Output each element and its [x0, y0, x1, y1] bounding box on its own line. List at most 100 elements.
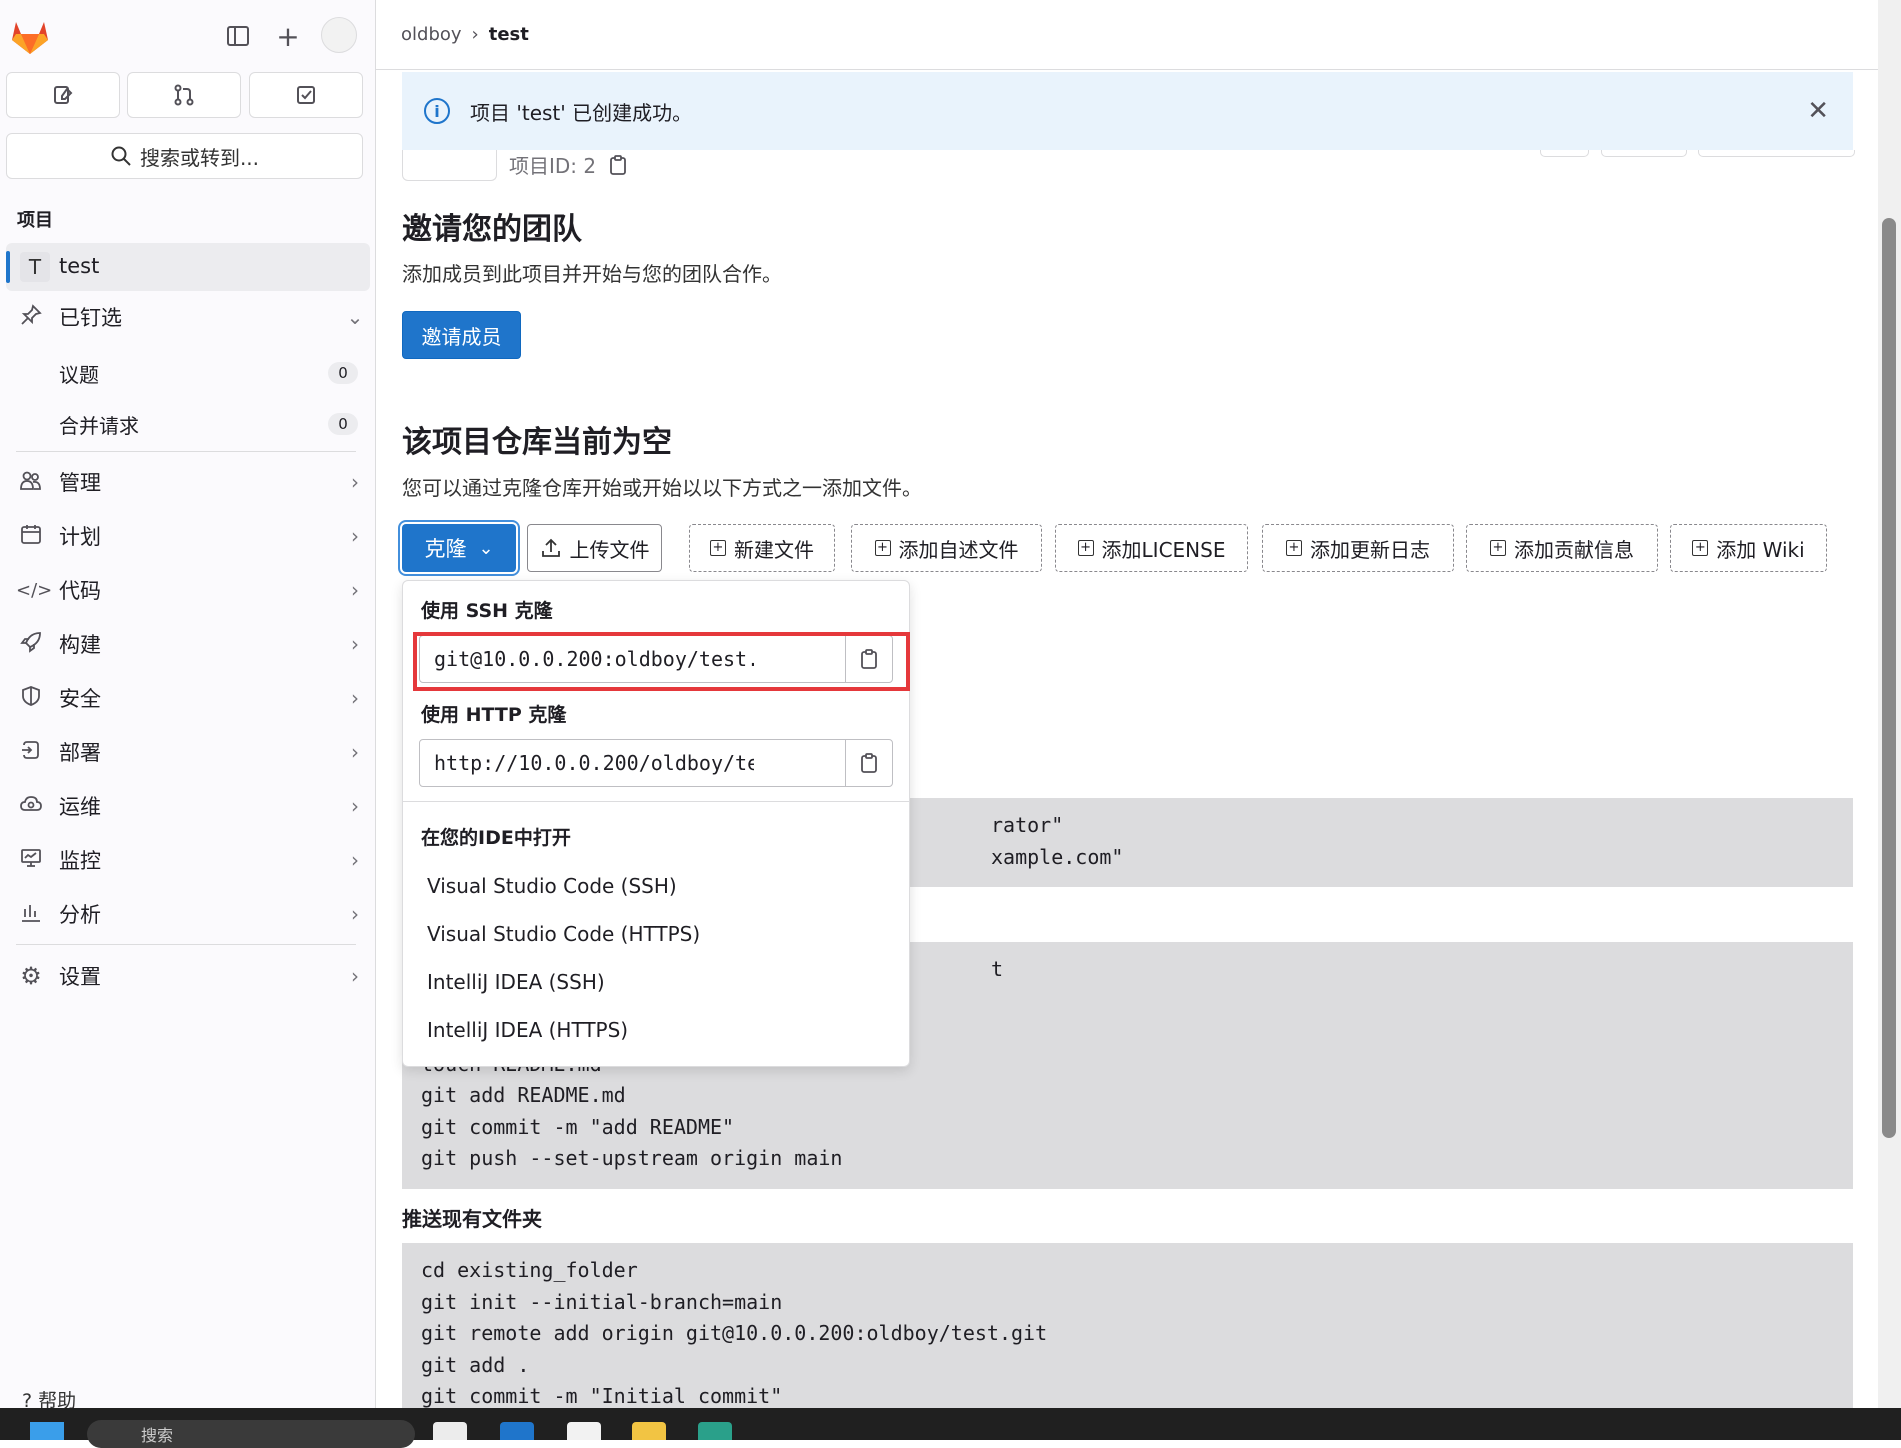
sidebar-item-label: 监控 [59, 849, 101, 873]
windows-start-icon[interactable] [30, 1422, 64, 1440]
sidebar-item-deploy[interactable]: 部署 › [6, 728, 370, 776]
avatar[interactable] [321, 17, 357, 53]
copy-http-button[interactable] [845, 740, 892, 786]
add-contributing-button[interactable]: + 添加贡献信息 [1466, 524, 1658, 572]
ide-item-intellij-https[interactable]: IntelliJ IDEA (HTTPS) [427, 1018, 628, 1042]
todo-icon [297, 86, 315, 104]
chevron-right-icon: › [351, 740, 359, 764]
chevron-down-icon: ⌄ [478, 537, 494, 559]
search-button[interactable]: 搜索或转到... [6, 133, 363, 179]
plus-icon[interactable]: + [270, 18, 306, 54]
taskbar: 搜索 [0, 1408, 1901, 1448]
scrollbar-thumb[interactable] [1882, 218, 1896, 1138]
issues-icon [54, 86, 73, 104]
todo-quick-button[interactable] [249, 72, 363, 118]
browser-icon[interactable] [698, 1422, 732, 1440]
chevron-right-icon: › [471, 24, 479, 45]
upload-file-button[interactable]: 上传文件 [527, 524, 662, 572]
sidebar-item-manage[interactable]: 管理 › [6, 458, 370, 506]
chevron-right-icon: › [351, 902, 359, 926]
top-bar: oldboy › test [376, 0, 1878, 70]
add-changelog-button[interactable]: + 添加更新日志 [1262, 524, 1454, 572]
empty-repo-title: 该项目仓库当前为空 [402, 425, 672, 460]
gear-icon: ⚙ [20, 962, 42, 990]
http-url-field[interactable]: http://10.0.0.200/oldboy/test.git [419, 739, 893, 787]
add-contributing-label: 添加贡献信息 [1514, 537, 1634, 562]
divider [16, 451, 356, 452]
divider [16, 944, 356, 945]
sidebar-item-label: 运维 [59, 795, 101, 819]
plus-square-icon: + [1490, 540, 1506, 556]
folder-icon[interactable] [632, 1422, 666, 1440]
breadcrumb-project[interactable]: test [489, 24, 529, 45]
sidebar-item-operate[interactable]: 运维 › [6, 782, 370, 830]
breadcrumb-group[interactable]: oldboy [401, 24, 462, 45]
section-label: 项目 [17, 210, 53, 231]
code-line: cd existing_folder [421, 1258, 638, 1282]
sidebar-item-label: 管理 [59, 471, 101, 495]
sidebar-item-build[interactable]: 构建 › [6, 620, 370, 668]
sidebar-item-analyze[interactable]: 分析 › [6, 890, 370, 938]
header-button[interactable] [1698, 150, 1855, 157]
close-icon[interactable]: ✕ [1807, 96, 1829, 126]
new-file-button[interactable]: + 新建文件 [689, 524, 835, 572]
sidebar-item-plan[interactable]: 计划 › [6, 512, 370, 560]
chevron-right-icon: › [351, 794, 359, 818]
header-button[interactable] [1540, 150, 1589, 157]
copy-icon [861, 753, 877, 773]
plus-square-icon: + [1286, 540, 1302, 556]
breadcrumb: oldboy › test [401, 24, 529, 45]
invite-members-button[interactable]: 邀请成员 [402, 311, 521, 359]
ide-item-vscode-ssh[interactable]: Visual Studio Code (SSH) [427, 874, 677, 898]
clone-label: 克隆 [424, 537, 467, 561]
gitlab-logo-icon[interactable] [8, 14, 52, 58]
taskbar-app-icon[interactable] [567, 1422, 601, 1440]
ide-item-vscode-https[interactable]: Visual Studio Code (HTTPS) [427, 922, 700, 946]
sidebar-item-issues[interactable]: 议题 0 [6, 350, 370, 396]
header-button[interactable] [1601, 150, 1687, 157]
add-license-label: 添加LICENSE [1101, 537, 1226, 562]
count-badge: 0 [328, 413, 358, 435]
sidebar-toggle-icon[interactable] [220, 18, 256, 54]
sidebar-item-label: 合并请求 [59, 413, 139, 438]
deploy-icon [16, 739, 46, 766]
merge-requests-quick-button[interactable] [127, 72, 241, 118]
add-changelog-label: 添加更新日志 [1310, 537, 1430, 562]
plus-square-icon: + [874, 540, 891, 556]
sidebar-item-project[interactable]: T test [6, 243, 370, 291]
code-line: git remote add origin git@10.0.0.200:old… [421, 1321, 1048, 1345]
sidebar-item-pinned[interactable]: 已钉选 ⌄ [6, 293, 370, 341]
copy-icon[interactable] [608, 154, 628, 176]
sidebar-item-settings[interactable]: ⚙ 设置 › [6, 952, 370, 1000]
taskbar-app-icon[interactable] [500, 1422, 534, 1440]
add-wiki-button[interactable]: + 添加 Wiki [1670, 524, 1827, 572]
taskbar-search[interactable]: 搜索 [87, 1420, 415, 1448]
cloud-gear-icon [16, 793, 46, 820]
http-url-value[interactable]: http://10.0.0.200/oldboy/test.git [434, 740, 754, 786]
merge-request-icon [174, 84, 194, 106]
sidebar-item-monitor[interactable]: 监控 › [6, 836, 370, 884]
add-license-button[interactable]: + 添加LICENSE [1055, 524, 1248, 572]
ide-label: 在您的IDE中打开 [421, 827, 571, 849]
code-line: git push --set-upstream origin main [421, 1146, 843, 1170]
ide-item-intellij-ssh[interactable]: IntelliJ IDEA (SSH) [427, 970, 605, 994]
add-readme-button[interactable]: + 添加自述文件 [851, 524, 1042, 572]
code-icon: </> [16, 579, 53, 601]
sidebar-item-secure[interactable]: 安全 › [6, 674, 370, 722]
sidebar-item-code[interactable]: </> 代码 › [6, 566, 370, 614]
empty-repo-description: 您可以通过克隆仓库开始或开始以以下方式之一添加文件。 [402, 476, 922, 500]
code-block-push-folder: cd existing_folder git init --initial-br… [402, 1243, 1853, 1408]
sidebar-item-merge-requests[interactable]: 合并请求 0 [6, 401, 370, 447]
taskbar-search-label: 搜索 [141, 1426, 174, 1445]
http-clone-label: 使用 HTTP 克隆 [421, 704, 567, 726]
sidebar-item-label: 分析 [59, 903, 101, 927]
monitor-icon [16, 847, 46, 874]
search-icon [111, 146, 131, 166]
add-wiki-label: 添加 Wiki [1716, 537, 1805, 562]
issues-quick-button[interactable] [6, 72, 120, 118]
sidebar-item-label: 已钉选 [59, 306, 122, 330]
chevron-down-icon: ⌄ [346, 305, 364, 329]
code-line: git add README.md [421, 1083, 626, 1107]
clone-button[interactable]: 克隆 ⌄ [402, 524, 516, 572]
taskbar-app-icon[interactable] [433, 1422, 467, 1440]
